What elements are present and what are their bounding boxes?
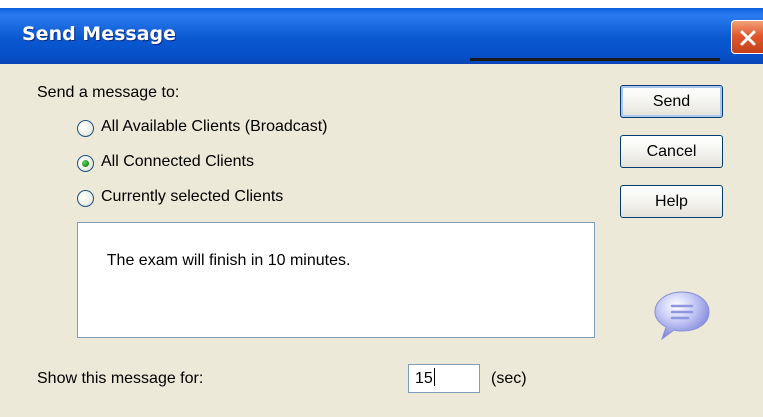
- radio-currently-selected[interactable]: Currently selected Clients: [77, 188, 337, 210]
- send-button[interactable]: Send: [620, 85, 723, 118]
- radio-all-connected[interactable]: All Connected Clients: [77, 153, 317, 175]
- duration-input[interactable]: 15: [408, 364, 480, 393]
- radio-selected-dot: [82, 160, 89, 167]
- speech-bubble-icon: [654, 291, 710, 341]
- radio-label: Currently selected Clients: [101, 188, 284, 205]
- radio-button[interactable]: [77, 155, 94, 172]
- radio-button[interactable]: [77, 190, 94, 207]
- message-text: The exam will finish in 10 minutes.: [106, 252, 351, 269]
- duration-value: 15: [415, 370, 433, 387]
- send-to-label: Send a message to:: [37, 84, 180, 101]
- message-textarea[interactable]: The exam will finish in 10 minutes.: [77, 222, 595, 338]
- close-icon: [740, 30, 756, 46]
- help-button[interactable]: Help: [620, 185, 723, 218]
- send-message-dialog: Send Message Send a message to: All Avai…: [0, 8, 763, 417]
- title-bar[interactable]: Send Message: [0, 8, 763, 64]
- title-bar-accent: [470, 58, 720, 61]
- radio-button[interactable]: [77, 120, 94, 137]
- radio-label: All Available Clients (Broadcast): [101, 118, 328, 135]
- window-title: Send Message: [22, 23, 177, 45]
- close-button[interactable]: [731, 20, 763, 54]
- radio-all-available[interactable]: All Available Clients (Broadcast): [77, 118, 397, 140]
- text-caret: [433, 368, 435, 386]
- duration-unit: (sec): [491, 370, 527, 387]
- duration-label: Show this message for:: [37, 370, 204, 387]
- cancel-button[interactable]: Cancel: [620, 135, 723, 168]
- radio-label: All Connected Clients: [101, 153, 254, 170]
